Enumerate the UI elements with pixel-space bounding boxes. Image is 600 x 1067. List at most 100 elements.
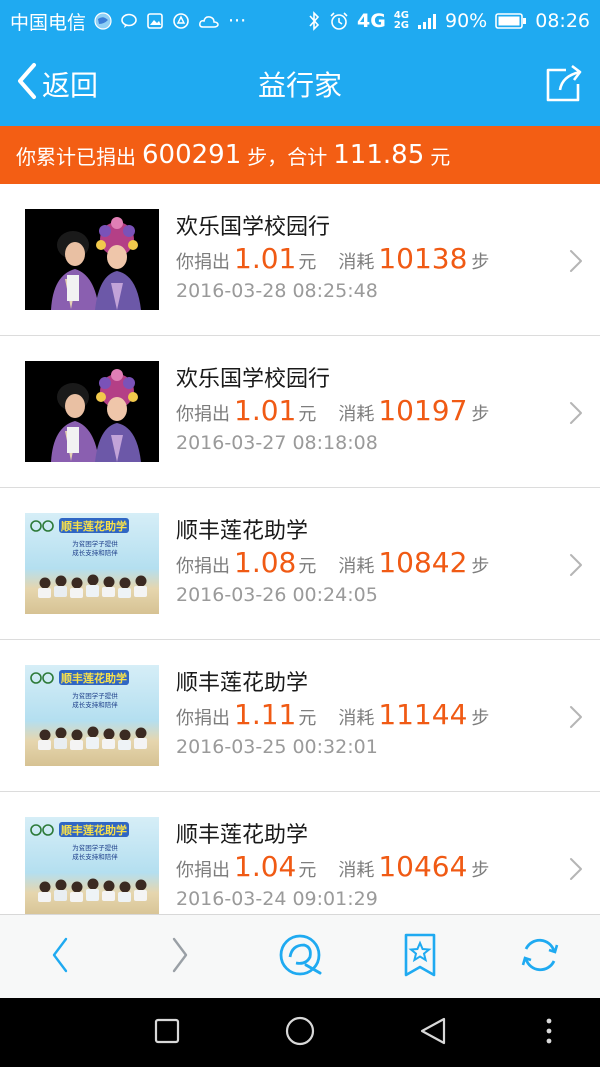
- donation-record-row[interactable]: 欢乐国学校园行 你捐出 1.01 元 消耗 10197 步 2016-03-27…: [0, 336, 600, 488]
- toolbar-back-button[interactable]: [36, 933, 84, 981]
- project-thumbnail: 顺丰莲花助学 为贫困学子提供 成长支持和陪伴: [25, 817, 159, 914]
- donation-record-row[interactable]: 顺丰莲花助学 为贫困学子提供 成长支持和陪伴 顺丰莲花助学 你捐出 1.04 元…: [0, 792, 600, 914]
- you-donated-label: 你捐出: [176, 404, 230, 425]
- project-thumbnail: 顺丰莲花助学 为贫困学子提供 成长支持和陪伴: [25, 513, 159, 614]
- you-donated-label: 你捐出: [176, 708, 230, 729]
- app-icon: [172, 12, 190, 30]
- battery-percent: 90%: [445, 10, 488, 32]
- chevron-right-icon: [568, 400, 584, 426]
- network-bottom-label: 2G: [393, 20, 409, 31]
- yuan-unit: 元: [298, 860, 317, 881]
- donation-record-row[interactable]: 顺丰莲花助学 为贫困学子提供 成长支持和陪伴 顺丰莲花助学 你捐出 1.08 元…: [0, 488, 600, 640]
- recent-apps-icon: [153, 1017, 181, 1049]
- svg-text:顺丰莲花助学: 顺丰莲花助学: [61, 671, 127, 685]
- project-thumbnail: [25, 361, 159, 462]
- project-title: 顺丰莲花助学: [176, 519, 309, 544]
- qq-browser-icon: [276, 931, 324, 983]
- chevron-right-icon: [568, 248, 584, 274]
- donation-amount: 1.04: [234, 850, 297, 883]
- status-bar: 中国电信 ··· 4G 4G 2G 90% 08:26: [0, 0, 600, 42]
- donation-summary-line: 你捐出 1.01 元 消耗 10197 步: [176, 394, 489, 427]
- cloud-icon: [198, 13, 220, 29]
- you-donated-label: 你捐出: [176, 252, 230, 273]
- chevron-right-icon: [568, 552, 584, 578]
- svg-text:顺丰莲花助学: 顺丰莲花助学: [61, 519, 127, 533]
- donation-amount: 1.11: [234, 698, 297, 731]
- toolbar-bookmark-button[interactable]: [396, 933, 444, 981]
- recent-apps-button[interactable]: [150, 1016, 184, 1050]
- consumed-label: 消耗: [338, 404, 375, 425]
- donation-summary-line: 你捐出 1.04 元 消耗 10464 步: [176, 850, 489, 883]
- project-title: 欢乐国学校园行: [176, 215, 331, 240]
- donation-record-row[interactable]: 顺丰莲花助学 为贫困学子提供 成长支持和陪伴 顺丰莲花助学 你捐出 1.11 元…: [0, 640, 600, 792]
- summary-middle: 步，合计: [247, 144, 328, 169]
- summary-total-amount: 111.85: [333, 140, 425, 170]
- chevron-right-icon: [568, 704, 584, 730]
- system-navigation-bar: [0, 998, 600, 1067]
- bookmark-star-icon: [400, 931, 440, 983]
- steps-unit: 步: [471, 252, 490, 273]
- summary-total-steps: 600291: [142, 140, 242, 170]
- project-thumbnail: [25, 209, 159, 310]
- browser-toolbar: [0, 914, 600, 998]
- project-title: 顺丰莲花助学: [176, 823, 309, 848]
- gallery-icon: [146, 12, 164, 30]
- refresh-icon: [518, 933, 562, 981]
- consumed-label: 消耗: [338, 708, 375, 729]
- svg-text:成长支持和陪伴: 成长支持和陪伴: [72, 852, 118, 861]
- forward-arrow-icon: [168, 935, 192, 979]
- donation-timestamp: 2016-03-25 00:32:01: [176, 736, 378, 758]
- steps-count: 10197: [378, 394, 468, 427]
- donation-record-list: 欢乐国学校园行 你捐出 1.01 元 消耗 10138 步 2016-03-28…: [0, 184, 600, 914]
- steps-unit: 步: [471, 556, 490, 577]
- donation-summary-line: 你捐出 1.11 元 消耗 11144 步: [176, 698, 489, 731]
- network-dual-label: 4G 2G: [394, 11, 409, 31]
- donation-amount: 1.01: [234, 242, 297, 275]
- bluetooth-icon: [307, 11, 321, 31]
- battery-icon: [495, 12, 527, 30]
- steps-unit: 步: [471, 404, 490, 425]
- toolbar-browser-button[interactable]: [276, 933, 324, 981]
- toolbar-refresh-button[interactable]: [516, 933, 564, 981]
- system-menu-button[interactable]: [532, 1016, 566, 1050]
- share-button[interactable]: [542, 62, 586, 106]
- donation-timestamp: 2016-03-27 08:18:08: [176, 432, 378, 454]
- steps-count: 11144: [378, 698, 468, 731]
- consumed-label: 消耗: [338, 556, 375, 577]
- back-icon: [418, 1016, 448, 1050]
- chevron-right-icon: [568, 856, 584, 882]
- home-icon: [284, 1015, 316, 1051]
- yuan-unit: 元: [298, 556, 317, 577]
- donation-record-row[interactable]: 欢乐国学校园行 你捐出 1.01 元 消耗 10138 步 2016-03-28…: [0, 184, 600, 336]
- steps-unit: 步: [471, 708, 490, 729]
- more-notifications-icon: ···: [228, 10, 247, 32]
- donation-timestamp: 2016-03-24 09:01:29: [176, 888, 378, 910]
- clock-time: 08:26: [535, 10, 590, 32]
- donation-amount: 1.08: [234, 546, 297, 579]
- project-title: 顺丰莲花助学: [176, 671, 309, 696]
- donation-summary-line: 你捐出 1.01 元 消耗 10138 步: [176, 242, 489, 275]
- home-button[interactable]: [283, 1016, 317, 1050]
- back-arrow-icon: [48, 935, 72, 979]
- steps-count: 10464: [378, 850, 468, 883]
- consumed-label: 消耗: [338, 252, 375, 273]
- project-thumbnail: 顺丰莲花助学 为贫困学子提供 成长支持和陪伴: [25, 665, 159, 766]
- globe-icon: [94, 12, 112, 30]
- system-back-button[interactable]: [416, 1016, 450, 1050]
- summary-prefix: 你累计已捐出: [16, 144, 136, 169]
- svg-text:为贫困学子提供: 为贫困学子提供: [72, 843, 118, 852]
- consumed-label: 消耗: [338, 860, 375, 881]
- donation-amount: 1.01: [234, 394, 297, 427]
- yuan-unit: 元: [298, 404, 317, 425]
- project-title: 欢乐国学校园行: [176, 367, 331, 392]
- menu-dots-icon: [544, 1017, 554, 1049]
- summary-suffix: 元: [430, 144, 451, 169]
- steps-count: 10842: [378, 546, 468, 579]
- message-icon: [120, 12, 138, 30]
- svg-text:为贫困学子提供: 为贫困学子提供: [72, 539, 118, 548]
- you-donated-label: 你捐出: [176, 556, 230, 577]
- steps-count: 10138: [378, 242, 468, 275]
- signal-icon: [417, 12, 437, 30]
- toolbar-forward-button[interactable]: [156, 933, 204, 981]
- svg-text:顺丰莲花助学: 顺丰莲花助学: [61, 823, 127, 837]
